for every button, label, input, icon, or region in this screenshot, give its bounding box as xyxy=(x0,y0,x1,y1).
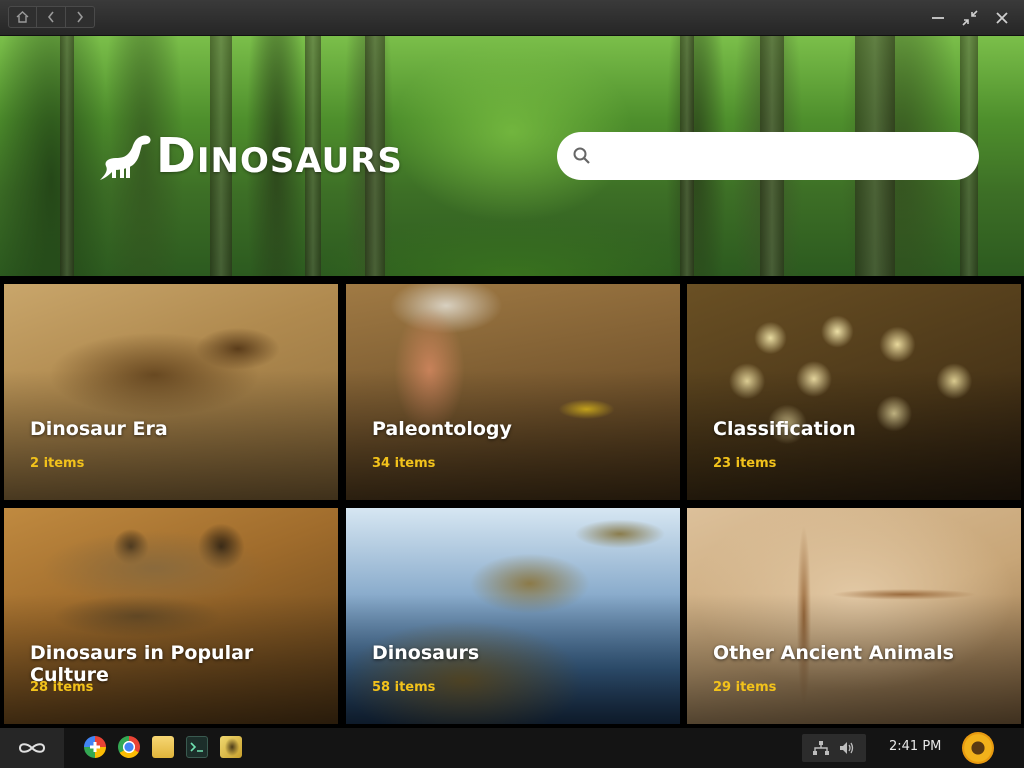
back-icon xyxy=(47,11,54,23)
taskbar: 2:41 PM xyxy=(0,728,1024,768)
terminal-icon[interactable] xyxy=(186,736,208,758)
tile-dinosaur-era[interactable]: Dinosaur Era 2 items xyxy=(4,284,338,500)
minimize-icon xyxy=(932,17,944,19)
nav-button-group xyxy=(8,6,95,28)
tile-item-count: 28 items xyxy=(30,680,94,695)
app-store-icon[interactable] xyxy=(84,736,106,758)
dinosaur-logo-icon xyxy=(100,135,151,180)
tile-item-count: 58 items xyxy=(372,680,436,695)
tile-other-ancient-animals[interactable]: Other Ancient Animals 29 items xyxy=(687,508,1021,724)
tile-title: Paleontology xyxy=(372,418,512,440)
app-title: Dinosaurs xyxy=(156,128,403,184)
endless-logo-icon xyxy=(18,743,46,753)
tile-item-count: 34 items xyxy=(372,456,436,471)
network-icon[interactable] xyxy=(813,741,829,755)
forward-button[interactable] xyxy=(66,6,95,28)
user-avatar[interactable] xyxy=(962,732,994,764)
jungle-tree xyxy=(60,36,74,276)
window-titlebar xyxy=(0,0,1024,36)
search-box[interactable] xyxy=(557,132,979,180)
search-input[interactable] xyxy=(599,146,959,166)
window-controls xyxy=(926,7,1014,29)
dinosaurs-app-icon[interactable] xyxy=(220,736,242,758)
start-button[interactable] xyxy=(0,728,64,768)
volume-icon[interactable] xyxy=(839,741,855,755)
tile-dinosaurs-popular-culture[interactable]: Dinosaurs in Popular Culture 28 items xyxy=(4,508,338,724)
home-button[interactable] xyxy=(8,6,37,28)
tile-item-count: 23 items xyxy=(713,456,777,471)
tile-title: Other Ancient Animals xyxy=(713,642,954,664)
tile-classification[interactable]: Classification 23 items xyxy=(687,284,1021,500)
tile-title: Dinosaur Era xyxy=(30,418,168,440)
home-icon xyxy=(16,11,29,23)
system-tray xyxy=(802,734,866,762)
search-icon xyxy=(573,147,590,164)
forward-icon xyxy=(77,11,84,23)
tile-item-count: 29 items xyxy=(713,680,777,695)
category-grid: Dinosaur Era 2 items Paleontology 34 ite… xyxy=(4,284,1021,724)
minimize-button[interactable] xyxy=(926,7,950,29)
app-logo: Dinosaurs xyxy=(98,128,403,184)
header-banner: Dinosaurs xyxy=(0,36,1024,276)
close-icon xyxy=(996,12,1008,24)
tile-title: Dinosaurs xyxy=(372,642,480,664)
taskbar-apps xyxy=(84,736,242,758)
tile-dinosaurs[interactable]: Dinosaurs 58 items xyxy=(346,508,680,724)
tile-title: Classification xyxy=(713,418,856,440)
back-button[interactable] xyxy=(37,6,66,28)
restore-button[interactable] xyxy=(958,7,982,29)
tile-paleontology[interactable]: Paleontology 34 items xyxy=(346,284,680,500)
files-icon[interactable] xyxy=(152,736,174,758)
tile-item-count: 2 items xyxy=(30,456,85,471)
restore-icon xyxy=(962,10,978,26)
clock[interactable]: 2:41 PM xyxy=(889,739,941,754)
chrome-icon[interactable] xyxy=(118,736,140,758)
close-button[interactable] xyxy=(990,7,1014,29)
